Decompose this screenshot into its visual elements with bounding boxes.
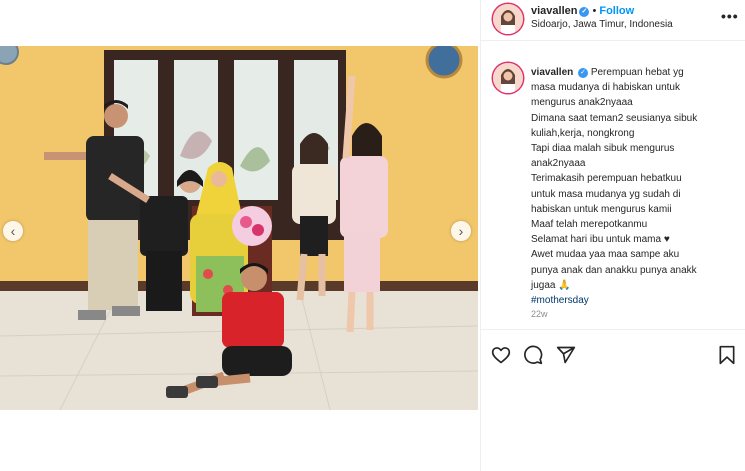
- verified-badge-icon: ✓: [578, 68, 589, 78]
- username-link[interactable]: viavallen: [531, 5, 577, 17]
- post-header: viavallen ✓ • Follow Sidoarjo, Jawa Timur, …: [481, 0, 745, 41]
- actions-divider: [481, 329, 745, 330]
- chevron-right-icon: ›: [458, 223, 464, 239]
- next-image-button[interactable]: ›: [451, 221, 471, 241]
- share-icon: [556, 346, 576, 364]
- avatar-image: [493, 4, 523, 34]
- caption-line: masa mudanya di habiskan untuk: [531, 82, 680, 94]
- caption-line: habiskan untuk mengurus kamii: [531, 203, 672, 215]
- caption-line: Selamat hari ibu untuk mama ♥: [531, 234, 670, 246]
- caption-line: anak2nyaaa: [531, 158, 586, 170]
- like-button[interactable]: [491, 345, 511, 365]
- avatar-image: [493, 63, 523, 93]
- caption-line: mengurus anak2nyaaa: [531, 97, 633, 109]
- post-photo[interactable]: [0, 46, 478, 410]
- heart-icon: [491, 347, 511, 364]
- verified-badge-icon: ✓: [579, 7, 590, 17]
- more-options-icon[interactable]: •••: [721, 8, 739, 24]
- caption-line: Maaf telah merepotkanmu: [531, 219, 648, 231]
- caption-username[interactable]: viavallen: [531, 67, 573, 78]
- post-media: ‹ ›: [0, 0, 480, 471]
- separator-dot: •: [592, 5, 597, 17]
- comment-button[interactable]: [523, 345, 543, 365]
- caption-avatar[interactable]: [493, 63, 523, 93]
- hashtag-link[interactable]: #mothersday: [531, 293, 736, 308]
- comment-icon: [524, 345, 543, 365]
- share-button[interactable]: [556, 345, 576, 365]
- chevron-left-icon: ‹: [10, 223, 16, 239]
- caption-line: Dimana saat teman2 seusianya sibuk: [531, 112, 698, 124]
- avatar[interactable]: [493, 4, 523, 34]
- location-link[interactable]: Sidoarjo, Jawa Timur, Indonesia: [531, 19, 673, 30]
- previous-image-button[interactable]: ‹: [3, 221, 23, 241]
- caption-line: kuliah,kerja, nongkrong: [531, 127, 635, 139]
- caption-line: jugaa 🙏: [531, 279, 571, 291]
- save-button[interactable]: [717, 345, 737, 365]
- post-side-panel: viavallen ✓ • Follow Sidoarjo, Jawa Timur, …: [481, 0, 745, 471]
- caption-line: Perempuan hebat yg: [590, 67, 684, 78]
- family-photo-illustration: [0, 46, 478, 410]
- post-timestamp[interactable]: 22w: [531, 309, 548, 319]
- bookmark-icon: [719, 345, 735, 365]
- follow-button[interactable]: Follow: [599, 5, 634, 17]
- post-caption: viavallen ✓ Perempuan hebat yg masa muda…: [531, 65, 736, 308]
- caption-line: Terimakasih perempuan hebatkuu: [531, 173, 682, 185]
- caption-line: Awet mudaa yaa maa sampe aku: [531, 249, 680, 261]
- caption-line: Tapi diaa malah sibuk mengurus: [531, 143, 675, 155]
- caption-line: untuk masa mudanya yg sudah di: [531, 188, 681, 200]
- caption-line: punya anak dan anakku punya anakk: [531, 264, 697, 276]
- header-username-row: viavallen ✓ • Follow: [531, 5, 634, 17]
